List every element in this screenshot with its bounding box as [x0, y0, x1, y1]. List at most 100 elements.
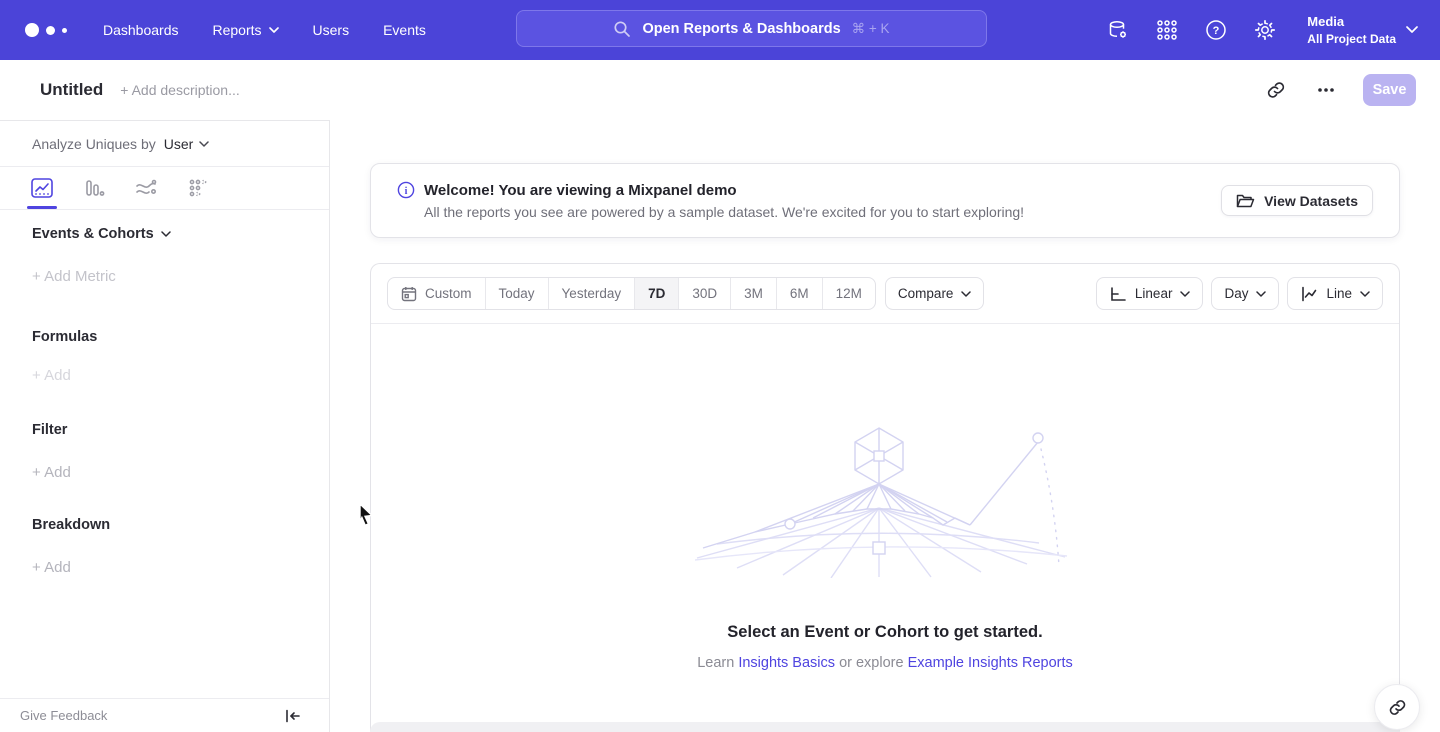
project-info: Media All Project Data [1307, 13, 1396, 47]
tab-insights-line[interactable] [26, 167, 58, 209]
visualization-tabs [0, 167, 329, 210]
view-datasets-button[interactable]: View Datasets [1221, 185, 1373, 216]
linear-axis-icon [1109, 286, 1127, 302]
demo-welcome-banner: i Welcome! You are viewing a Mixpanel de… [370, 163, 1400, 238]
search-icon [613, 20, 631, 38]
hint-learn-text: Learn [697, 655, 734, 671]
logo-dot-large [25, 23, 39, 37]
report-title[interactable]: Untitled [40, 80, 103, 100]
svg-text:i: i [405, 186, 408, 197]
chevron-down-icon [161, 231, 171, 237]
line-chart-tab-icon [31, 178, 53, 198]
report-header: Untitled + Add description... Save [0, 60, 1440, 120]
compare-button[interactable]: Compare [885, 277, 985, 310]
add-metric-button[interactable]: + Add Metric [32, 268, 297, 285]
banner-subtitle: All the reports you see are powered by a… [424, 204, 1221, 220]
apps-grid-icon[interactable] [1154, 17, 1180, 43]
give-feedback-link[interactable]: Give Feedback [20, 708, 107, 723]
events-cohorts-label: Events & Cohorts [32, 226, 154, 242]
date-range-6m[interactable]: 6M [777, 278, 823, 309]
chart-type-label: Line [1326, 286, 1352, 301]
query-builder-sidebar: Analyze Uniques by User [0, 120, 330, 732]
banner-text: i Welcome! You are viewing a Mixpanel de… [397, 181, 1221, 220]
date-range-yesterday[interactable]: Yesterday [549, 278, 636, 309]
tab-flow-chart[interactable] [130, 167, 162, 209]
nav-dashboards-label: Dashboards [103, 22, 179, 38]
chevron-down-icon [199, 141, 209, 147]
chevron-down-icon [1180, 291, 1190, 297]
date-range-custom[interactable]: Custom [388, 278, 486, 309]
granularity-selector-button[interactable]: Day [1211, 277, 1279, 310]
report-main-area: i Welcome! You are viewing a Mixpanel de… [330, 120, 1440, 732]
folder-icon [1236, 193, 1255, 209]
info-icon: i [397, 181, 415, 199]
more-options-icon[interactable] [1313, 77, 1339, 103]
nav-events[interactable]: Events [383, 22, 426, 38]
top-navigation-bar: Dashboards Reports Users Events Open Rep… [0, 0, 1440, 60]
settings-gear-icon[interactable] [1252, 17, 1278, 43]
scale-label: Linear [1135, 286, 1173, 301]
help-icon[interactable]: ? [1203, 17, 1229, 43]
chevron-down-icon [1406, 26, 1418, 33]
analyze-prefix-label: Analyze Uniques by [32, 136, 156, 152]
tab-retention-grid[interactable] [182, 167, 214, 209]
logo-dot-small [62, 28, 67, 33]
insights-basics-link[interactable]: Insights Basics [738, 655, 835, 671]
line-chart-icon [1300, 286, 1318, 302]
analyze-value-dropdown[interactable]: User [164, 136, 210, 152]
chart-toolbar: Custom Today Yesterday 7D 30D 3M 6M 12M … [371, 264, 1399, 324]
empty-state-title: Select an Event or Cohort to get started… [371, 623, 1399, 642]
events-cohorts-section-title[interactable]: Events & Cohorts [32, 226, 297, 242]
share-link-fab[interactable] [1374, 684, 1420, 730]
add-breakdown-button[interactable]: + Add [32, 559, 297, 576]
example-insights-reports-link[interactable]: Example Insights Reports [908, 655, 1073, 671]
banner-title: Welcome! You are viewing a Mixpanel demo [424, 182, 737, 199]
logo-dot-medium [46, 26, 55, 35]
insights-chart-card: Custom Today Yesterday 7D 30D 3M 6M 12M … [370, 263, 1400, 732]
search-placeholder: Open Reports & Dashboards [642, 21, 840, 37]
add-formula-button[interactable]: + Add [32, 367, 297, 384]
analyze-uniques-selector[interactable]: Analyze Uniques by User [0, 121, 329, 167]
nav-reports-label: Reports [213, 22, 262, 38]
date-range-30d[interactable]: 30D [679, 278, 731, 309]
retention-grid-tab-icon [187, 178, 209, 198]
nav-reports[interactable]: Reports [213, 22, 279, 38]
mixpanel-logo[interactable] [25, 23, 77, 37]
flow-chart-tab-icon [135, 178, 157, 198]
formulas-section-title: Formulas [32, 329, 297, 345]
empty-state-hint: Learn Insights Basics or explore Example… [371, 655, 1399, 671]
add-filter-button[interactable]: + Add [32, 464, 297, 481]
calendar-icon [401, 286, 417, 302]
filter-label: Filter [32, 422, 67, 438]
project-switcher[interactable]: Media All Project Data [1307, 13, 1418, 47]
search-shortcut-hint: ⌘ + K [852, 21, 890, 37]
nav-events-label: Events [383, 22, 426, 38]
collapse-sidebar-icon[interactable] [285, 709, 301, 723]
bottom-panel-handle[interactable] [370, 722, 1400, 732]
formulas-label: Formulas [32, 329, 97, 345]
view-datasets-label: View Datasets [1264, 193, 1358, 209]
chevron-down-icon [1360, 291, 1370, 297]
chart-type-selector-button[interactable]: Line [1287, 277, 1383, 310]
analyze-value-label: User [164, 136, 194, 152]
nav-users[interactable]: Users [313, 22, 350, 38]
breakdown-section-title: Breakdown [32, 517, 297, 533]
global-search-bar[interactable]: Open Reports & Dashboards ⌘ + K [516, 10, 987, 47]
date-range-7d[interactable]: 7D [635, 278, 679, 309]
filter-section-title: Filter [32, 422, 297, 438]
save-button[interactable]: Save [1363, 74, 1416, 106]
date-range-12m[interactable]: 12M [823, 278, 875, 309]
date-range-3m[interactable]: 3M [731, 278, 777, 309]
data-management-icon[interactable] [1105, 17, 1131, 43]
date-range-custom-label: Custom [425, 286, 472, 301]
compare-label: Compare [898, 286, 954, 301]
report-header-actions: Save [1263, 74, 1416, 106]
svg-text:?: ? [1213, 25, 1220, 37]
date-range-today[interactable]: Today [486, 278, 549, 309]
copy-link-icon[interactable] [1263, 77, 1289, 103]
add-description-field[interactable]: + Add description... [120, 82, 239, 98]
nav-users-label: Users [313, 22, 350, 38]
tab-bar-chart[interactable] [78, 167, 110, 209]
scale-selector-button[interactable]: Linear [1096, 277, 1204, 310]
nav-dashboards[interactable]: Dashboards [103, 22, 179, 38]
